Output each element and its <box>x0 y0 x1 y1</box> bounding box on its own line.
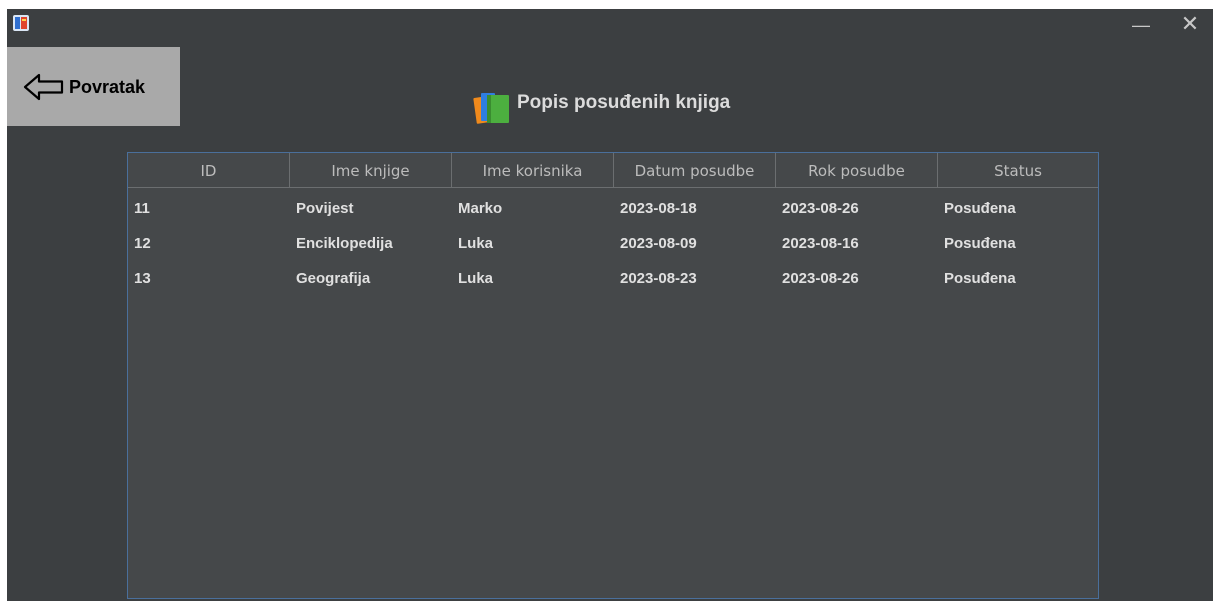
app-icon <box>13 15 29 31</box>
column-header-borrow-date[interactable]: Datum posudbe <box>614 153 776 187</box>
close-button[interactable]: ✕ <box>1177 11 1203 37</box>
cell-status: Posuđena <box>944 200 1016 217</box>
cell-status: Posuđena <box>944 270 1016 287</box>
cell-borrow-date: 2023-08-18 <box>620 200 697 217</box>
page-title-text: Popis posuđenih knjiga <box>517 92 731 113</box>
column-header-book-name[interactable]: Ime knjige <box>290 153 452 187</box>
cell-book-name: Geografija <box>296 270 371 287</box>
books-icon <box>471 89 513 125</box>
arrow-left-outline-icon <box>23 72 65 102</box>
cell-user-name: Marko <box>458 200 503 217</box>
title-bar: — ✕ <box>7 9 1213 41</box>
table-row[interactable]: 13 Geografija Luka 2023-08-23 2023-08-26… <box>128 261 1098 296</box>
table-row[interactable]: 11 Povijest Marko 2023-08-18 2023-08-26 … <box>128 191 1098 226</box>
cell-user-name: Luka <box>458 235 494 252</box>
cell-due-date: 2023-08-26 <box>782 270 859 287</box>
cell-id: 13 <box>134 270 151 287</box>
column-header-due-date[interactable]: Rok posudbe <box>776 153 938 187</box>
cell-book-name: Enciklopedija <box>296 235 393 252</box>
table-header: ID Ime knjige Ime korisnika Datum posudb… <box>128 153 1098 188</box>
cell-due-date: 2023-08-26 <box>782 200 859 217</box>
column-header-user-name[interactable]: Ime korisnika <box>452 153 614 187</box>
cell-borrow-date: 2023-08-23 <box>620 270 697 287</box>
borrowed-books-table[interactable]: ID Ime knjige Ime korisnika Datum posudb… <box>127 152 1099 599</box>
cell-id: 11 <box>134 200 150 217</box>
minimize-button[interactable]: — <box>1128 13 1154 37</box>
back-button-label: Povratak <box>69 77 146 97</box>
back-button[interactable]: Povratak <box>7 47 180 126</box>
cell-book-name: Povijest <box>296 200 354 217</box>
column-header-id[interactable]: ID <box>128 153 290 187</box>
table-row[interactable]: 12 Enciklopedija Luka 2023-08-09 2023-08… <box>128 226 1098 261</box>
cell-due-date: 2023-08-16 <box>782 235 859 252</box>
cell-status: Posuđena <box>944 235 1016 252</box>
app-window: — ✕ Povratak Popis posuđenih knjiga ID I… <box>7 9 1213 601</box>
cell-id: 12 <box>134 235 151 252</box>
column-header-status[interactable]: Status <box>938 153 1098 187</box>
cell-borrow-date: 2023-08-09 <box>620 235 697 252</box>
cell-user-name: Luka <box>458 270 494 287</box>
